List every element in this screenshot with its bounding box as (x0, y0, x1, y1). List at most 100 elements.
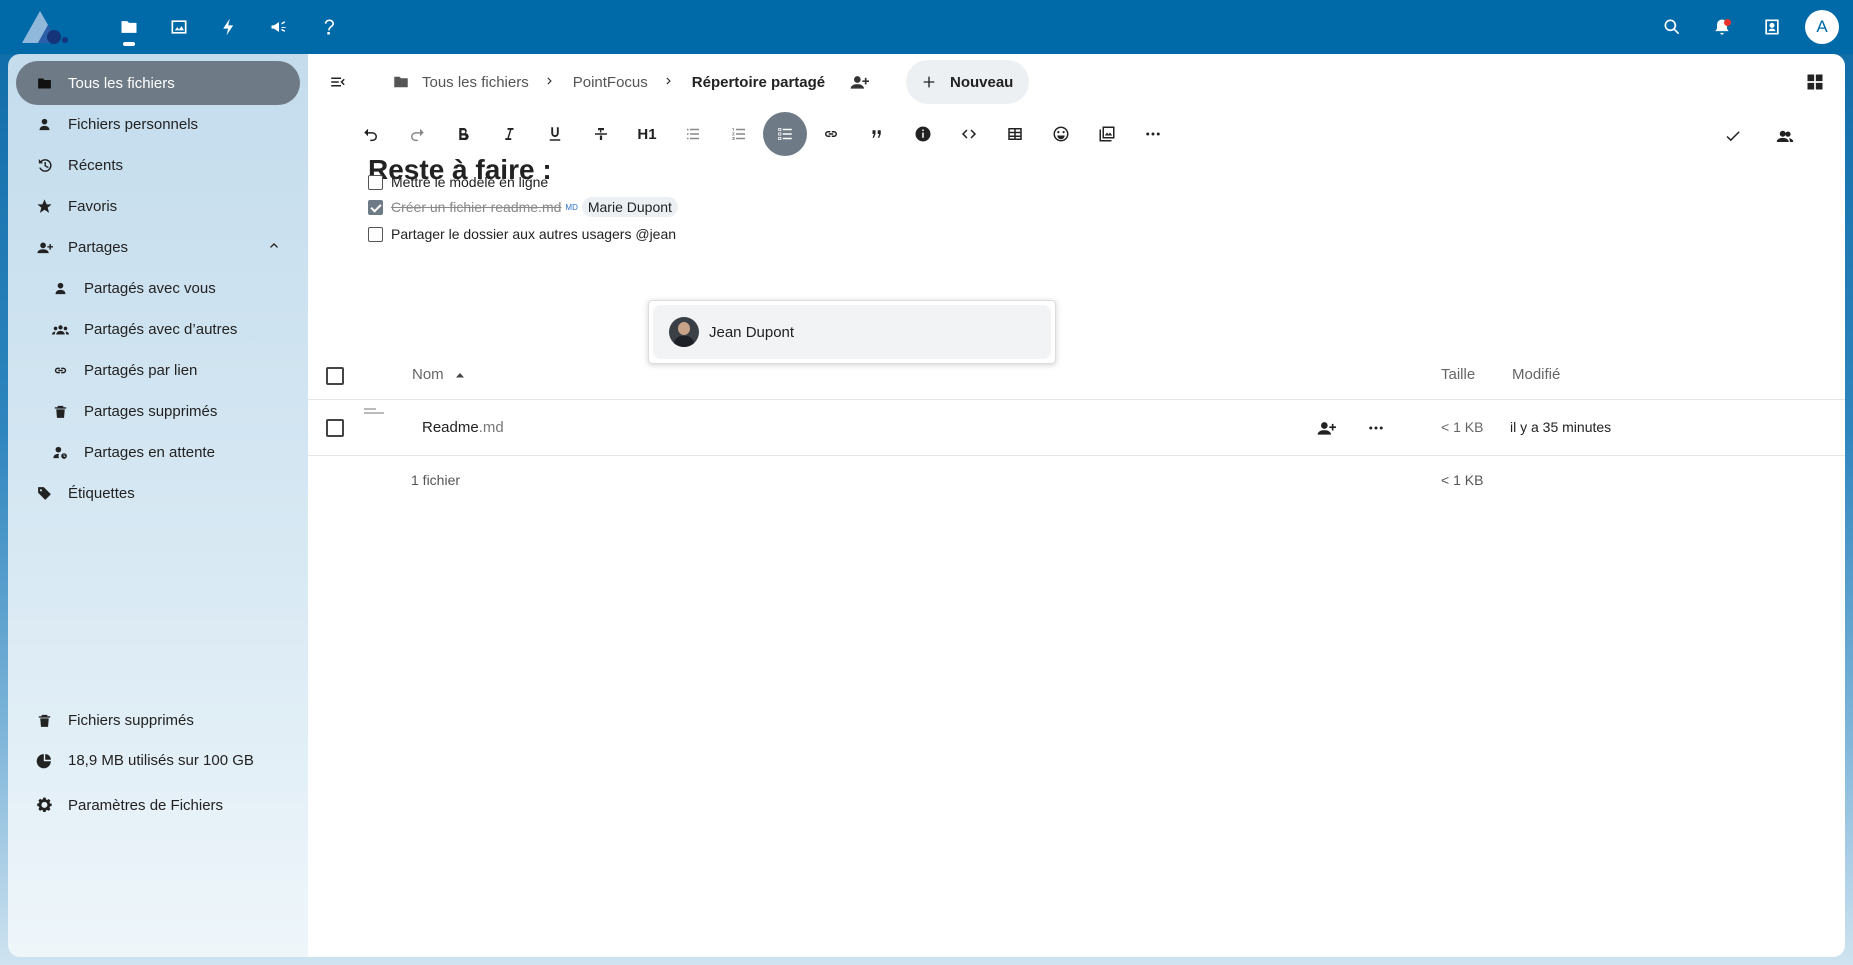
sidebar-item-shared-with-you[interactable]: Partagés avec vous (32, 266, 300, 310)
share-file-button[interactable] (1312, 414, 1340, 442)
bullet-list-button[interactable] (670, 112, 716, 156)
sidebar-item-label: Partages supprimés (84, 402, 218, 420)
image-icon (171, 20, 187, 34)
sidebar-item-label: Partagés par lien (84, 361, 198, 379)
app-logo[interactable] (18, 7, 78, 47)
breadcrumb: Tous les fichiers PointFocus Répertoire … (392, 60, 871, 104)
blockquote-button[interactable] (854, 112, 900, 156)
task-checkbox[interactable] (368, 174, 383, 190)
markdown-file-icon: MD (565, 202, 578, 212)
sidebar-item-personal[interactable]: Fichiers personnels (16, 102, 300, 146)
task-item[interactable]: Créer un fichier readme.md MD Marie Dupo… (368, 195, 678, 219)
undo-button[interactable] (348, 112, 394, 156)
user-avatar[interactable]: A (1805, 10, 1839, 44)
user-icon (39, 118, 49, 130)
question-icon (324, 19, 334, 35)
sort-by-modified[interactable]: Modifié (1512, 366, 1560, 383)
task-item[interactable]: Mettre le modèle en ligne (368, 170, 548, 194)
user-icon (55, 282, 65, 294)
ordered-list-button[interactable] (716, 112, 762, 156)
table-button[interactable] (992, 112, 1038, 156)
user-mention[interactable]: Marie Dupont (581, 197, 678, 217)
heading-button[interactable]: H1 (624, 112, 670, 156)
app-files[interactable] (104, 0, 154, 54)
sort-by-size[interactable]: Taille (1441, 366, 1475, 383)
folder-icon (37, 78, 51, 88)
new-button[interactable]: Nouveau (906, 60, 1030, 104)
task-item[interactable]: Partager le dossier aux autres usagers @… (368, 222, 676, 246)
app-help[interactable] (304, 0, 354, 54)
sidebar-item-settings[interactable]: Paramètres de Fichiers (16, 783, 300, 827)
sort-by-name[interactable]: Nom (412, 366, 466, 383)
strikethrough-button[interactable] (578, 112, 624, 156)
more-options-button[interactable] (1130, 112, 1176, 156)
plus-icon (920, 73, 938, 91)
bold-icon (459, 128, 469, 141)
avatar (669, 317, 699, 347)
table-row[interactable]: Readme.md < 1 KB il y a 35 minutes (308, 400, 1845, 456)
info-icon (915, 126, 931, 142)
sidebar-item-favorites[interactable]: Favoris (16, 184, 300, 228)
notifications-button[interactable] (1697, 0, 1747, 54)
sidebar-item-all-files[interactable]: Tous les fichiers (16, 61, 300, 105)
search-button[interactable] (1647, 0, 1697, 54)
sidebar-item-tags[interactable]: Étiquettes (16, 471, 300, 515)
star-icon (36, 198, 52, 213)
sidebar-item-shared-by-link[interactable]: Partagés par lien (32, 348, 300, 392)
tag-icon (37, 486, 51, 500)
bolt-icon (223, 18, 234, 36)
grid-view-toggle[interactable] (1801, 68, 1829, 96)
sidebar-item-label: Paramètres de Fichiers (68, 796, 224, 814)
app-photos[interactable] (154, 0, 204, 54)
strikethrough-icon (595, 128, 607, 140)
task-list-button[interactable] (763, 112, 807, 156)
sidebar-item-shared-with-others[interactable]: Partagés avec d’autres (32, 307, 300, 351)
callout-button[interactable] (900, 112, 946, 156)
breadcrumb-pointfocus[interactable]: PointFocus (573, 74, 648, 91)
gear-icon (36, 797, 52, 812)
sidebar-item-deleted-files[interactable]: Fichiers supprimés (16, 698, 300, 742)
sidebar-item-pending-shares[interactable]: Partages en attente (32, 430, 300, 474)
italic-button[interactable] (486, 112, 532, 156)
saved-status-button[interactable] (1713, 114, 1753, 158)
more-horizontal-icon (1146, 132, 1160, 136)
files-summary-size: < 1 KB (1441, 472, 1484, 488)
history-icon (38, 158, 52, 172)
bold-button[interactable] (440, 112, 486, 156)
row-checkbox[interactable] (326, 419, 344, 437)
collaborators-button[interactable] (1765, 114, 1805, 158)
emoji-button[interactable] (1038, 112, 1084, 156)
pie-chart-icon (36, 753, 51, 768)
underline-button[interactable] (532, 112, 578, 156)
chevron-right-icon (662, 74, 678, 90)
app-activity[interactable] (204, 0, 254, 54)
breadcrumb-all-files[interactable]: Tous les fichiers (392, 73, 529, 91)
code-block-button[interactable] (946, 112, 992, 156)
contacts-button[interactable] (1747, 0, 1797, 54)
file-modified: il y a 35 minutes (1510, 419, 1612, 435)
sidebar-item-deleted-shares[interactable]: Partages supprimés (32, 389, 300, 433)
file-name[interactable]: Readme.md (422, 419, 504, 436)
share-folder-button[interactable] (847, 70, 871, 94)
sidebar-item-shares[interactable]: Partages (16, 225, 300, 269)
breadcrumb-current[interactable]: Répertoire partagé (692, 74, 825, 91)
code-icon (961, 129, 977, 139)
task-checkbox[interactable] (368, 199, 383, 215)
link-button[interactable] (808, 112, 854, 156)
app-announcements[interactable] (254, 0, 304, 54)
task-text: Mettre le modèle en ligne (391, 174, 549, 190)
toggle-navigation-button[interactable] (324, 68, 352, 96)
check-icon (1726, 131, 1740, 142)
task-checkbox[interactable] (368, 226, 383, 242)
sidebar-item-recent[interactable]: Récents (16, 143, 300, 187)
quota-text: 18,9 MB utilisés sur 100 GB (68, 751, 254, 769)
select-all-checkbox[interactable] (326, 367, 344, 385)
link-icon (825, 131, 837, 137)
chevron-up-icon[interactable] (266, 237, 286, 257)
sidebar-quota[interactable]: 18,9 MB utilisés sur 100 GB (16, 738, 300, 782)
file-actions-button[interactable] (1362, 414, 1390, 442)
insert-image-button[interactable] (1084, 112, 1130, 156)
user-clock-icon (52, 446, 67, 459)
group-icon (51, 324, 69, 334)
redo-button[interactable] (394, 112, 440, 156)
